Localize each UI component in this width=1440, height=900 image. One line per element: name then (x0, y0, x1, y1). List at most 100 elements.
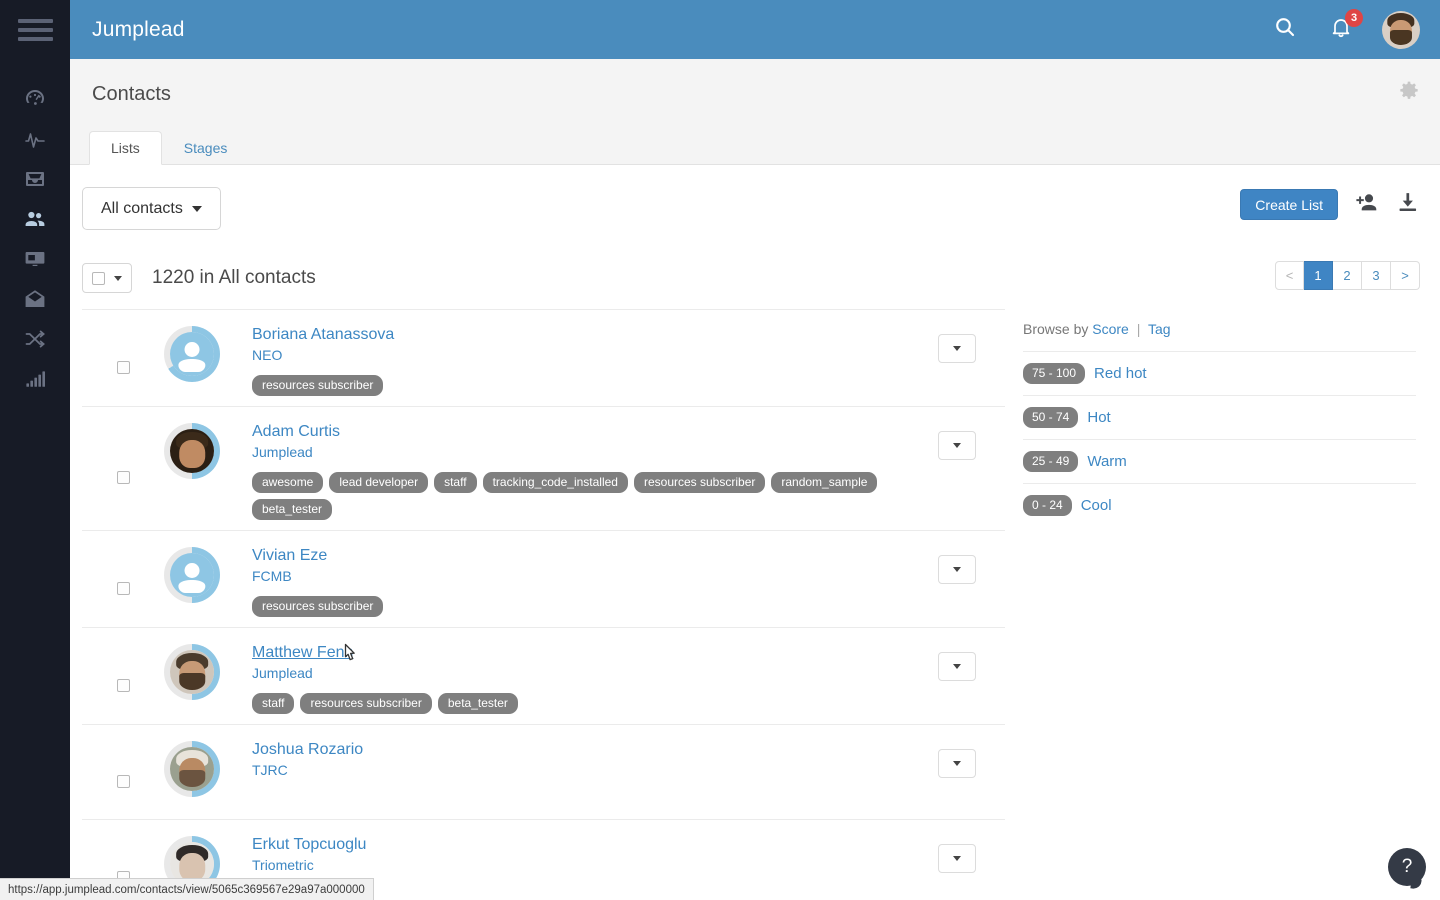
search-icon (1273, 15, 1297, 44)
hamburger-menu-icon (17, 18, 53, 41)
select-all-dropdown[interactable] (82, 263, 132, 293)
contact-name-link[interactable]: Vivian Eze (252, 547, 327, 565)
contact-organisation[interactable]: TJRC (252, 762, 909, 778)
count-row: 1220 in All contacts < 1 2 3 > (70, 247, 1440, 309)
status-bar-url: https://app.jumplead.com/contacts/view/5… (0, 878, 374, 900)
contact-tag[interactable]: lead developer (329, 472, 429, 493)
row-details: Boriana Atanassova NEO resources subscribe… (252, 324, 909, 396)
contact-organisation[interactable]: Jumplead (252, 665, 909, 681)
row-checkbox[interactable] (116, 471, 130, 484)
create-list-button[interactable]: Create List (1240, 189, 1338, 220)
pagination-prev[interactable]: < (1275, 261, 1304, 290)
contact-organisation[interactable]: Jumplead (252, 444, 909, 460)
select-all-checkbox[interactable] (92, 271, 105, 285)
sidebar-item-inbox[interactable] (0, 159, 70, 199)
row-details: Adam Curtis Jumplead awesome lead developer… (252, 421, 909, 520)
contact-avatar[interactable] (170, 650, 214, 694)
contact-tag[interactable]: resources subscriber (300, 693, 432, 714)
contact-avatar[interactable] (170, 747, 214, 791)
sidebar-item-activity[interactable] (0, 119, 70, 159)
browse-prefix: Browse by (1023, 321, 1089, 337)
row-checkbox[interactable] (116, 360, 130, 374)
row-actions-dropdown[interactable] (938, 431, 976, 460)
pagination-page-2[interactable]: 2 (1333, 261, 1362, 290)
score-band-row[interactable]: 75 - 100 Red hot (1023, 351, 1416, 395)
row-actions-dropdown[interactable] (938, 749, 976, 778)
contact-organisation[interactable]: FCMB (252, 568, 909, 584)
contact-tag[interactable]: beta_tester (252, 499, 333, 520)
page-title: Contacts (92, 82, 171, 105)
sidebar-item-messages[interactable] (0, 279, 70, 319)
row-actions-dropdown[interactable] (938, 844, 976, 873)
contact-name-link[interactable]: Joshua Rozario (252, 741, 363, 759)
row-actions-dropdown[interactable] (938, 652, 976, 681)
score-band-row[interactable]: 25 - 49 Warm (1023, 439, 1416, 483)
gauge-icon (23, 87, 47, 111)
score-band-label[interactable]: Warm (1087, 453, 1126, 470)
page-settings-button[interactable] (1396, 79, 1422, 110)
score-band-row[interactable]: 50 - 74 Hot (1023, 395, 1416, 439)
contact-name-link[interactable]: Matthew Fenn (252, 644, 353, 662)
contact-name-link[interactable]: Adam Curtis (252, 423, 340, 441)
sidebar-item-contacts[interactable] (0, 199, 70, 239)
chevron-down-icon (953, 664, 961, 669)
avatar-placeholder-icon (170, 553, 214, 597)
contact-name-link[interactable]: Boriana Atanassova (252, 326, 394, 344)
sidebar-item-reports[interactable] (0, 359, 70, 399)
browse-by-tag-link[interactable]: Tag (1148, 321, 1171, 337)
row-checkbox[interactable] (116, 774, 130, 788)
tab-lists[interactable]: Lists (89, 131, 162, 165)
contact-tag[interactable]: staff (434, 472, 477, 493)
app-window: Jumplead 3 Contacts Lists Stages All con… (0, 0, 1440, 900)
chevron-down-icon (953, 443, 961, 448)
contact-avatar[interactable] (170, 429, 214, 473)
pagination-page-1[interactable]: 1 (1304, 261, 1333, 290)
contact-organisation[interactable]: Triometric (252, 857, 909, 873)
content-toolbar: All contacts Create List (70, 165, 1440, 247)
top-bar-actions: 3 (1270, 8, 1420, 49)
sidebar-item-automation[interactable] (0, 319, 70, 359)
contact-tag[interactable]: resources subscriber (252, 375, 384, 396)
contact-tag[interactable]: awesome (252, 472, 324, 493)
contact-tag[interactable]: resources subscriber (633, 472, 766, 493)
contact-avatar[interactable] (170, 553, 214, 597)
list-selector-dropdown[interactable]: All contacts (82, 187, 221, 230)
contact-tag[interactable]: staff (252, 693, 295, 714)
sidebar-item-campaigns[interactable] (0, 239, 70, 279)
contact-tag[interactable]: beta_tester (437, 693, 518, 714)
export-button[interactable] (1395, 190, 1420, 220)
contact-avatar[interactable] (170, 332, 214, 376)
contact-list: Boriana Atanassova NEO resources subscribe… (70, 309, 1005, 900)
download-icon (1395, 190, 1420, 220)
row-checkbox[interactable] (116, 581, 130, 595)
score-band-label[interactable]: Hot (1087, 409, 1110, 426)
table-row: Joshua Rozario TJRC (82, 724, 1005, 819)
row-checkbox[interactable] (116, 678, 130, 692)
score-band-label[interactable]: Cool (1081, 497, 1112, 514)
contact-tag[interactable]: tracking_code_installed (482, 472, 628, 493)
avatar-placeholder-icon (170, 332, 214, 376)
help-button[interactable]: ? (1388, 848, 1426, 886)
score-band-label[interactable]: Red hot (1094, 365, 1147, 382)
pagination-page-3[interactable]: 3 (1362, 261, 1391, 290)
search-button[interactable] (1270, 15, 1300, 45)
sidebar-item-dashboard[interactable] (0, 79, 70, 119)
contact-tag[interactable]: resources subscriber (252, 596, 384, 617)
brand-title[interactable]: Jumplead (92, 18, 185, 42)
tab-stages[interactable]: Stages (162, 131, 250, 165)
row-actions-dropdown[interactable] (938, 334, 976, 363)
row-avatar-cell (164, 739, 252, 809)
score-band-row[interactable]: 0 - 24 Cool (1023, 483, 1416, 527)
contact-tag[interactable]: random_sample (771, 472, 878, 493)
score-range-badge: 75 - 100 (1023, 363, 1086, 384)
avatar[interactable] (1382, 10, 1420, 49)
browse-by-score-link[interactable]: Score (1092, 321, 1129, 337)
contact-name-link[interactable]: Erkut Topcuoglu (252, 836, 366, 854)
contact-organisation[interactable]: NEO (252, 347, 909, 363)
pagination-next[interactable]: > (1391, 261, 1420, 290)
chevron-down-icon (953, 856, 961, 861)
add-contact-button[interactable] (1354, 190, 1379, 220)
notifications-button[interactable]: 3 (1326, 8, 1363, 45)
row-actions-dropdown[interactable] (938, 555, 976, 584)
hamburger-menu-button[interactable] (0, 0, 70, 59)
